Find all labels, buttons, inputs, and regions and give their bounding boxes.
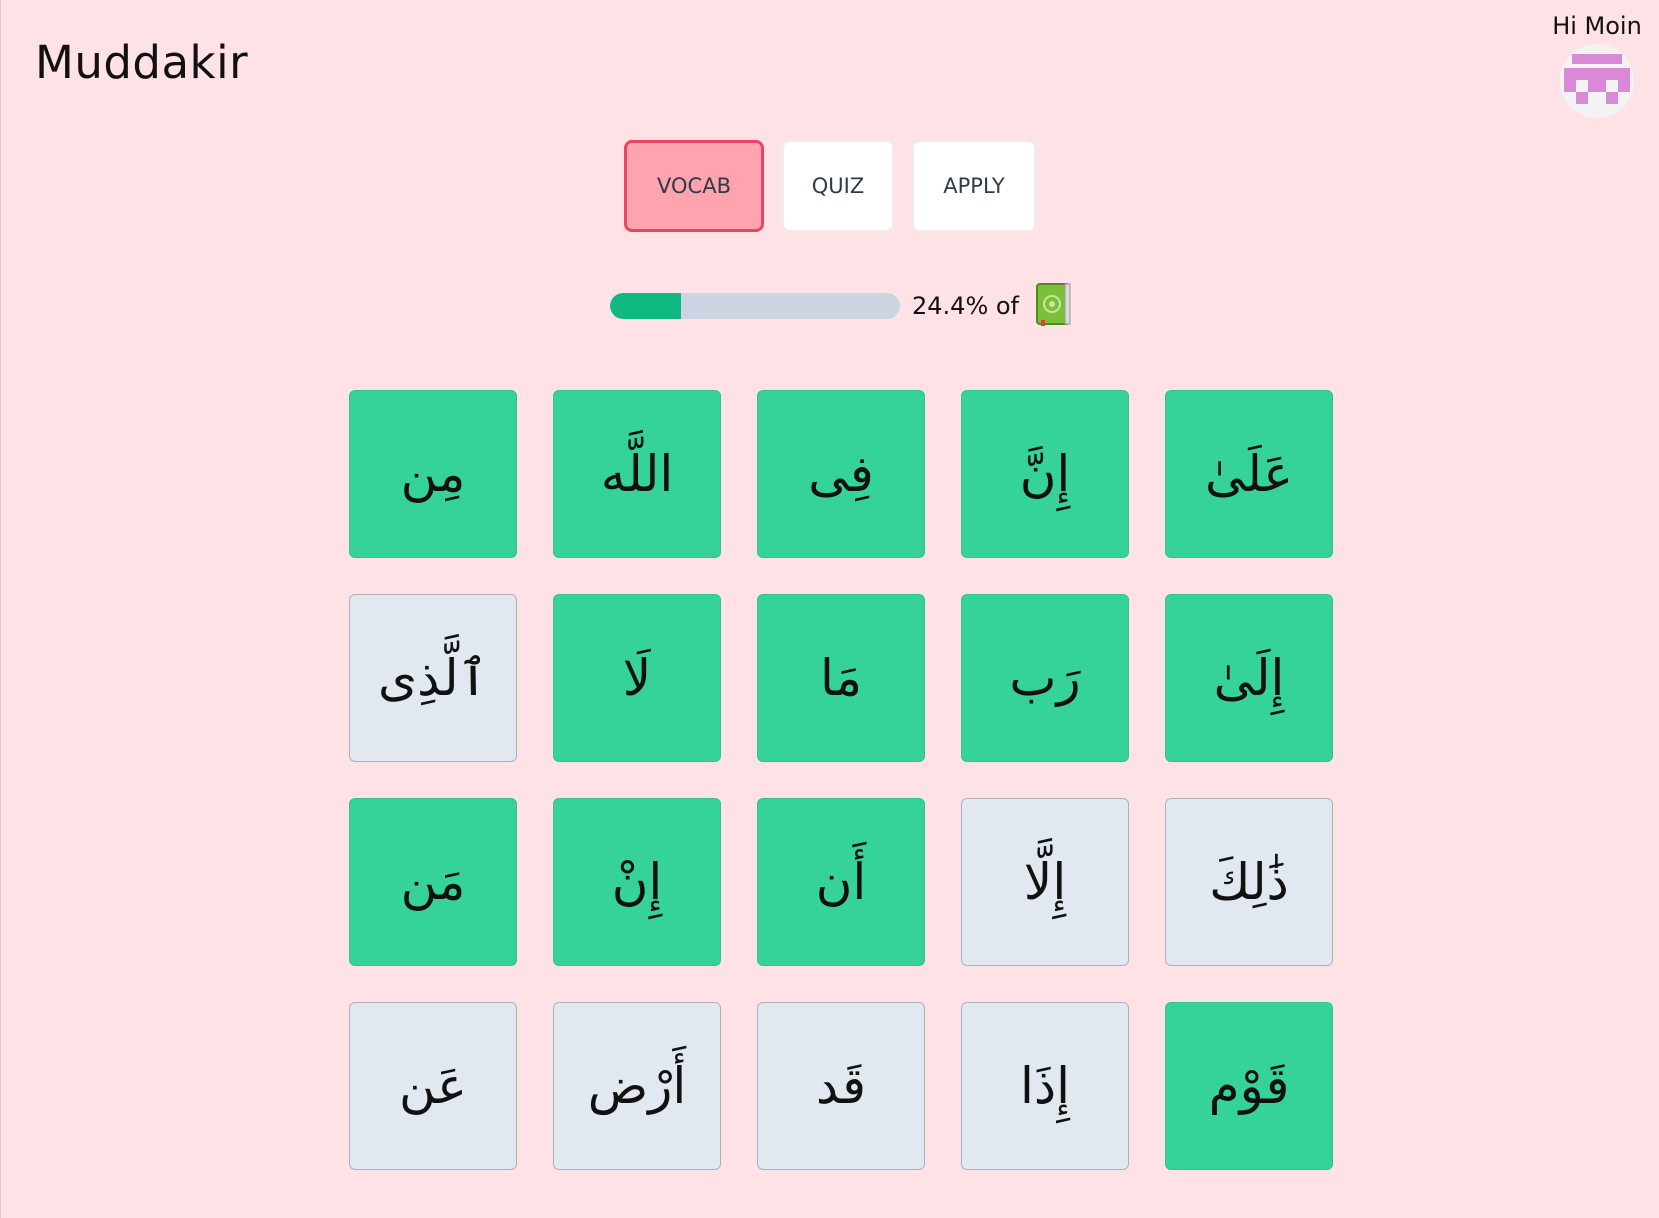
tab-vocab[interactable]: VOCAB — [624, 140, 764, 232]
tab-quiz[interactable]: QUIZ — [782, 140, 894, 232]
user-menu[interactable]: Hi Moin — [1547, 12, 1647, 118]
word-tile[interactable]: مَا — [757, 594, 925, 762]
word-tile[interactable]: أَرْض — [553, 1002, 721, 1170]
word-tile[interactable]: إِلَىٰ — [1165, 594, 1333, 762]
progress-fill — [610, 293, 681, 319]
word-tile[interactable]: أَن — [757, 798, 925, 966]
word-tile[interactable]: قَد — [757, 1002, 925, 1170]
progress-section: 24.4% of — [610, 282, 1073, 330]
word-tile[interactable]: ذَٰلِكَ — [1165, 798, 1333, 966]
app-title: Muddakir — [35, 36, 249, 89]
word-tile[interactable]: رَب — [961, 594, 1129, 762]
word-tile[interactable]: عَن — [349, 1002, 517, 1170]
word-tile[interactable]: إِلَّا — [961, 798, 1129, 966]
word-tile[interactable]: إِنْ — [553, 798, 721, 966]
vocab-grid: مِن اللَّه فِى إِنَّ عَلَىٰ ٱلَّذِى لَا مَا رَب إ… — [349, 390, 1333, 1170]
word-tile[interactable]: إِذَا — [961, 1002, 1129, 1170]
mode-tabs: VOCAB QUIZ APPLY — [1, 140, 1659, 232]
quran-book-icon — [1035, 282, 1073, 330]
pixel-avatar-icon — [1560, 44, 1634, 118]
progress-label: 24.4% of — [912, 292, 1020, 320]
word-tile[interactable]: قَوْم — [1165, 1002, 1333, 1170]
word-tile[interactable]: فِى — [757, 390, 925, 558]
word-tile[interactable]: عَلَىٰ — [1165, 390, 1333, 558]
tab-apply[interactable]: APPLY — [912, 140, 1036, 232]
word-tile[interactable]: اللَّه — [553, 390, 721, 558]
user-greeting: Hi Moin — [1552, 12, 1642, 40]
word-tile[interactable]: مِن — [349, 390, 517, 558]
word-tile[interactable]: مَن — [349, 798, 517, 966]
progress-bar — [610, 293, 900, 319]
word-tile[interactable]: لَا — [553, 594, 721, 762]
avatar[interactable] — [1560, 44, 1634, 118]
word-tile[interactable]: ٱلَّذِى — [349, 594, 517, 762]
word-tile[interactable]: إِنَّ — [961, 390, 1129, 558]
